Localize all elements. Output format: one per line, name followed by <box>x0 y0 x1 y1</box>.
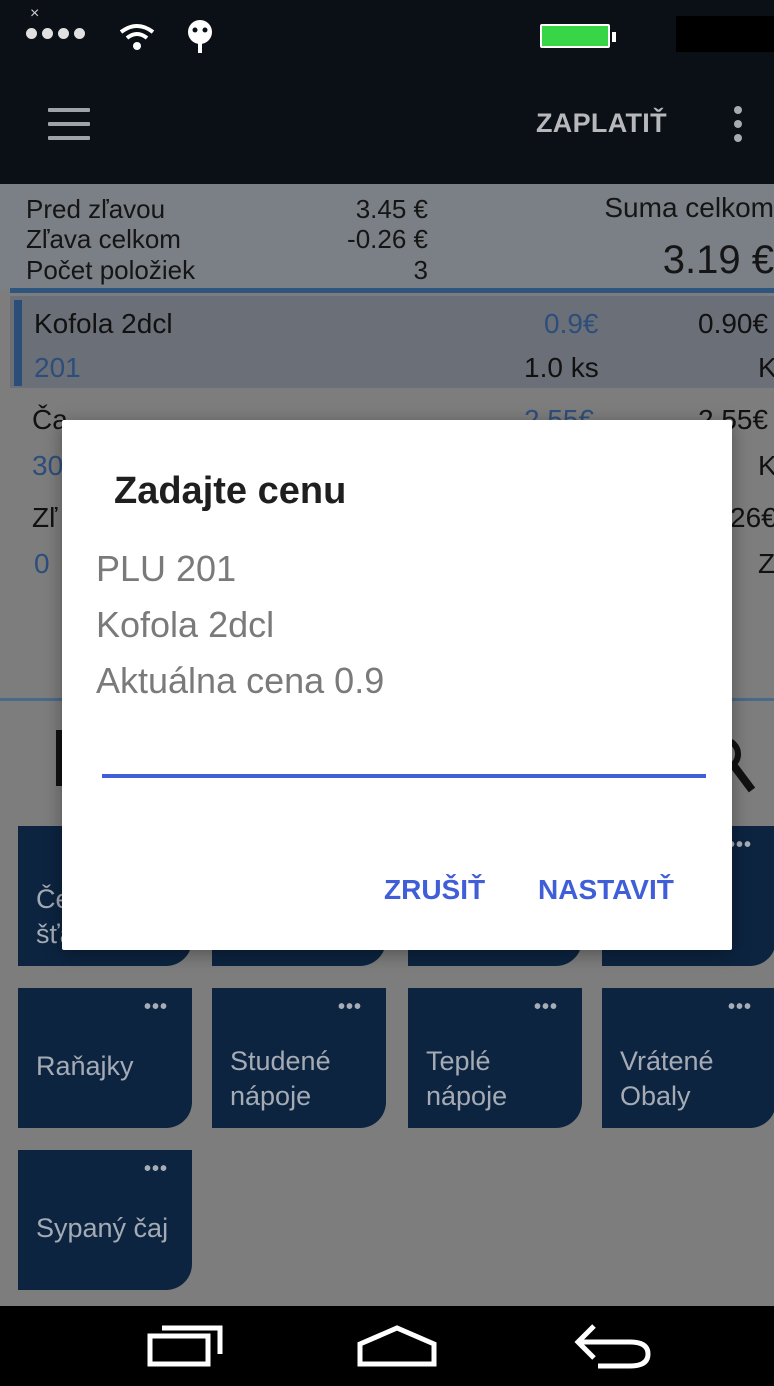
pay-button[interactable]: ZAPLATIŤ <box>536 108 667 139</box>
selected-row-marker <box>14 300 22 386</box>
more-icon[interactable]: ••• <box>338 996 362 1019</box>
category-tile-cold-drinks[interactable]: ••• Studené nápoje <box>212 988 386 1128</box>
item-unit-price: 0.9€ <box>544 308 599 339</box>
menu-icon[interactable] <box>48 108 90 142</box>
category-tile-loose-tea[interactable]: ••• Sypaný čaj <box>18 1150 192 1290</box>
dialog-product-name: Kofola 2dcl <box>96 604 275 645</box>
more-icon[interactable]: ••• <box>728 996 752 1019</box>
back-icon[interactable] <box>572 1322 656 1370</box>
item-code: 0 <box>34 548 50 579</box>
item-name[interactable]: Zľ <box>32 502 57 534</box>
home-icon[interactable] <box>356 1324 438 1368</box>
dialog-title: Zadajte cenu <box>114 470 347 512</box>
more-icon[interactable]: ••• <box>144 996 168 1019</box>
total-value: 3.19 € <box>662 238 774 282</box>
category-label: Studené nápoje <box>230 1046 331 1111</box>
more-icon[interactable]: ••• <box>144 1158 168 1181</box>
items-count-label: Počet položiek <box>26 255 196 285</box>
total-label: Suma celkom <box>604 192 774 223</box>
category-tile-returned-packaging[interactable]: ••• Vrátené Obaly <box>602 988 774 1128</box>
set-button[interactable]: NASTAVIŤ <box>538 874 674 906</box>
status-redacted-area <box>676 16 774 52</box>
item-suffix: K <box>758 450 774 481</box>
debug-android-icon <box>188 20 212 53</box>
item-code: 30 <box>32 450 64 481</box>
category-tile-hot-drinks[interactable]: ••• Teplé nápoje <box>408 988 582 1128</box>
overflow-menu-icon[interactable] <box>734 106 744 142</box>
more-icon[interactable]: ••• <box>534 996 558 1019</box>
summary-divider <box>10 288 774 293</box>
item-name: Kofola 2dcl <box>34 308 173 339</box>
item-suffix: K <box>758 352 774 383</box>
item-quantity: 1.0 ks <box>524 352 599 383</box>
before-discount-label: Pred zľavou <box>26 194 166 224</box>
wifi-icon <box>119 24 155 50</box>
item-code: 201 <box>34 352 81 383</box>
item-suffix: Z <box>758 548 774 579</box>
category-label: Vrátené Obaly <box>620 1046 714 1111</box>
recent-apps-icon[interactable] <box>146 1324 224 1368</box>
before-discount-value: 3.45 € <box>355 194 428 224</box>
status-bar <box>0 0 774 68</box>
item-total: 0.90€ <box>698 308 769 339</box>
item-total: 26€ <box>730 502 774 533</box>
category-tile-breakfast[interactable]: ••• Raňajky <box>18 988 192 1128</box>
battery-icon <box>540 24 610 48</box>
battery-tip <box>612 32 616 42</box>
category-label: Raňajky <box>36 1051 134 1081</box>
cancel-button[interactable]: ZRUŠIŤ <box>384 874 485 906</box>
discount-value: -0.26 € <box>347 224 428 254</box>
items-count-value: 3 <box>413 255 428 285</box>
signal-strength-icon <box>26 28 85 39</box>
category-label: Teplé nápoje <box>426 1046 508 1111</box>
price-dialog: Zadajte cenu PLU 201 Kofola 2dcl Aktuáln… <box>62 420 732 950</box>
price-input[interactable] <box>102 682 706 778</box>
discount-label: Zľava celkom <box>26 224 181 254</box>
dialog-plu: PLU 201 <box>96 548 237 589</box>
category-label: Sypaný čaj <box>36 1213 169 1243</box>
close-notification-icon: × <box>30 5 40 22</box>
